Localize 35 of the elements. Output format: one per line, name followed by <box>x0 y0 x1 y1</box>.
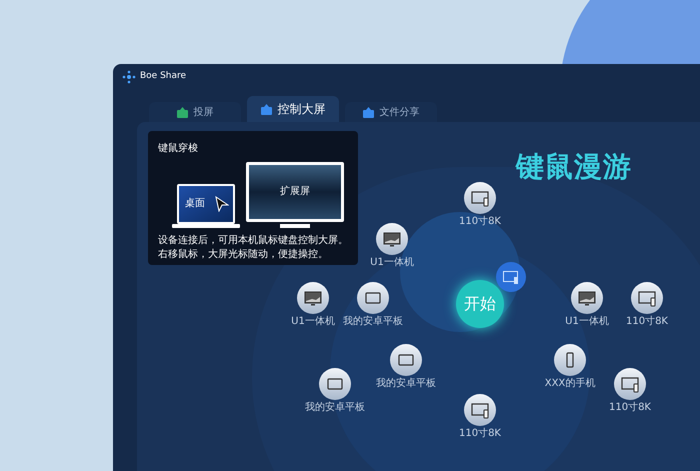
monitor-icon <box>383 230 401 248</box>
device-name: U1一体机 <box>291 316 335 328</box>
app-logo-icon <box>122 70 136 84</box>
tv-icon <box>638 290 656 306</box>
monitor-icon <box>304 290 322 306</box>
device-name: U1一体机 <box>565 316 609 328</box>
tab[interactable]: 文件分享 <box>345 102 437 122</box>
cursor-icon <box>215 196 229 212</box>
display-screen-label: 扩展屏 <box>280 187 310 197</box>
app-title: Boe Share <box>140 70 186 84</box>
device-name: 110寸8K <box>626 316 668 328</box>
card-title: 键鼠穿梭 <box>158 142 199 156</box>
tablet-icon <box>364 290 382 306</box>
device-name: 我的安卓平板 <box>343 316 403 328</box>
tab-icon <box>176 106 188 118</box>
device-name: 我的安卓平板 <box>305 402 365 414</box>
laptop-screen-label: 桌面 <box>185 199 205 209</box>
tv-icon <box>621 376 639 392</box>
tablet-icon <box>326 376 344 392</box>
tab[interactable]: 控制大屏 <box>247 96 339 122</box>
feature-heading: 键鼠漫游 <box>516 149 632 185</box>
tab-icon <box>362 106 374 118</box>
device-name: 110寸8K <box>458 428 501 440</box>
device-name: XXX的手机 <box>544 378 596 390</box>
tab-icon <box>260 104 272 114</box>
device-name: U1一体机 <box>370 257 414 269</box>
card-description: 设备连接后，可用本机鼠标键盘控制大屏。右移鼠标，大屏光标随动，便捷操控。 <box>158 234 348 262</box>
tv-icon <box>471 402 489 418</box>
tab[interactable]: 投屏 <box>149 102 241 122</box>
device-name: 我的安卓平板 <box>376 378 436 390</box>
device-name: 110寸8K <box>458 216 501 228</box>
device-name: 110寸8K <box>608 402 651 414</box>
tv-icon <box>471 190 489 206</box>
tablet-icon <box>397 352 415 368</box>
monitor-icon <box>578 290 596 306</box>
